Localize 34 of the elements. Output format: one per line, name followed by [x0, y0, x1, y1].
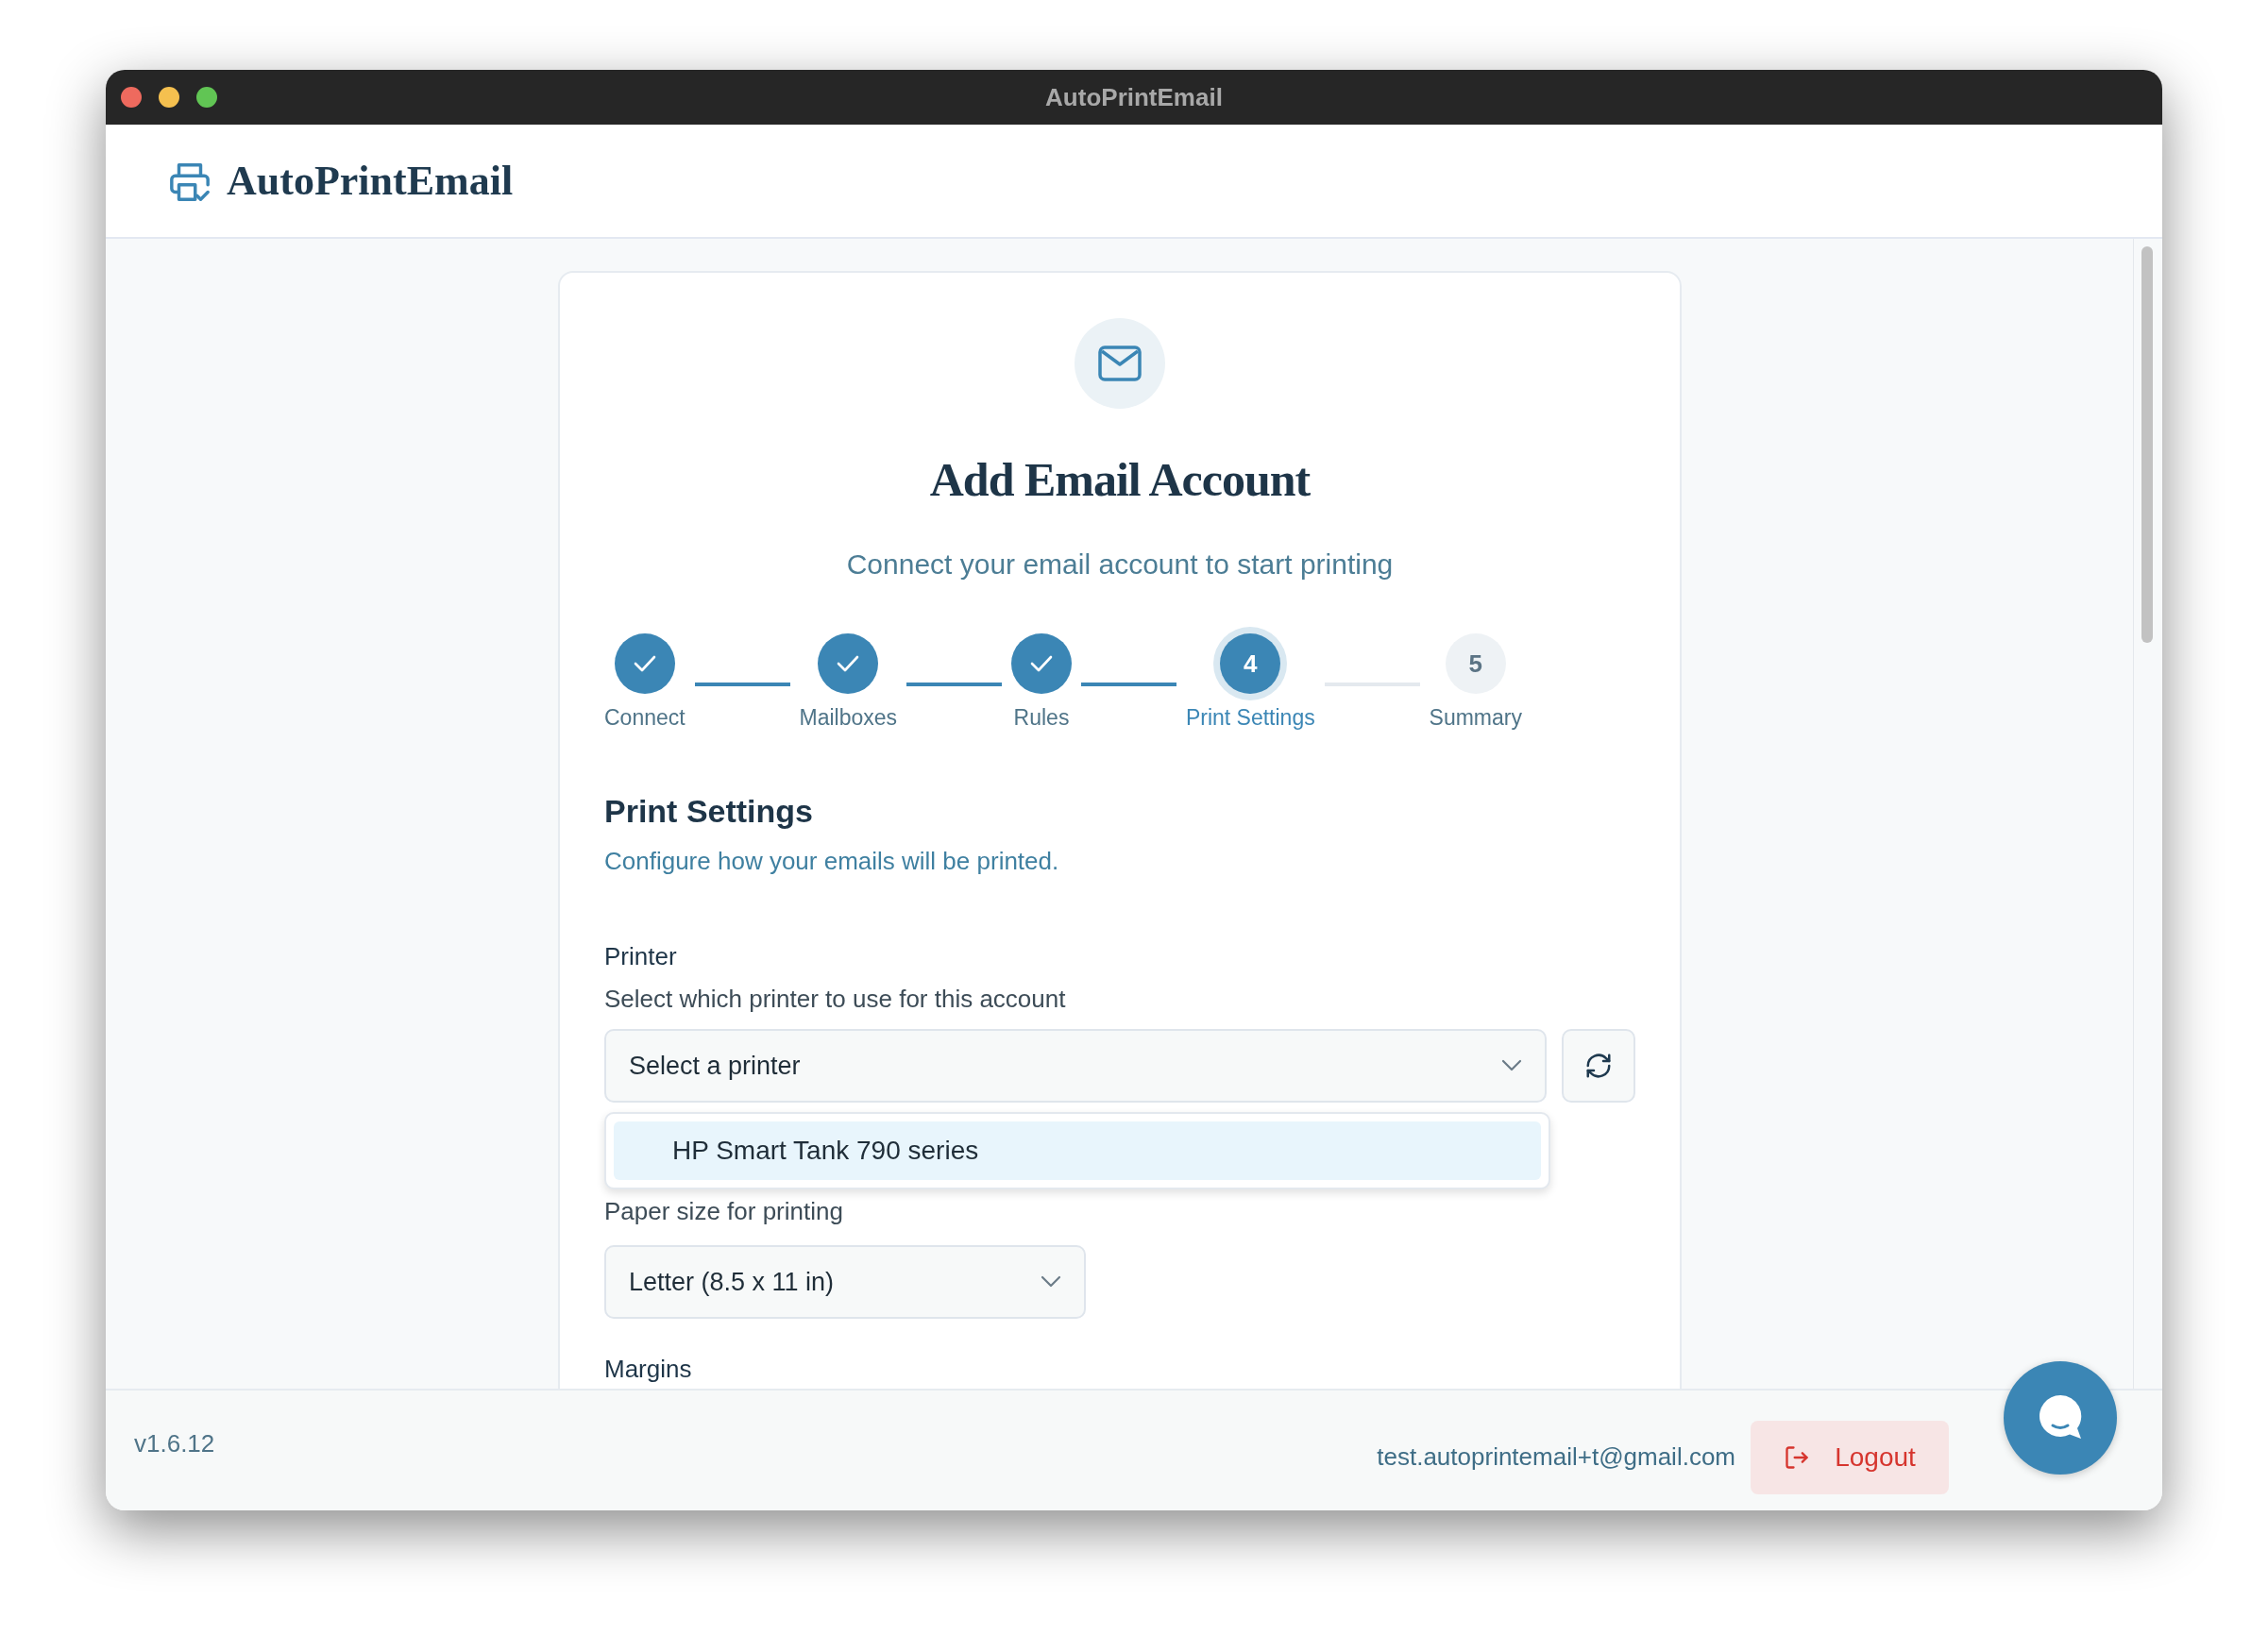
- envelope-icon: [1098, 346, 1142, 381]
- window-title: AutoPrintEmail: [1045, 82, 1223, 112]
- step-label: Connect: [604, 705, 685, 731]
- logout-button[interactable]: Logout: [1751, 1420, 1949, 1494]
- check-icon: [837, 655, 860, 672]
- step-label: Mailboxes: [799, 705, 898, 731]
- scrollbar[interactable]: [2141, 246, 2153, 643]
- chevron-down-icon: [1041, 1275, 1061, 1289]
- field-label: Printer: [604, 942, 678, 971]
- printer-select[interactable]: Select a printer: [604, 1029, 1547, 1103]
- step-label: Rules: [1013, 705, 1070, 731]
- close-button[interactable]: [121, 87, 142, 108]
- version-label: v1.6.12: [134, 1429, 215, 1458]
- section-description: Configure how your emails will be printed.: [604, 847, 1060, 876]
- step-indicator: 5: [1445, 633, 1506, 694]
- chevron-down-icon: [1501, 1059, 1522, 1072]
- field-description: Select which printer to use for this account: [604, 985, 1067, 1014]
- field-description: Paper size for printing: [604, 1197, 844, 1226]
- paper-size-select[interactable]: Letter (8.5 x 11 in): [604, 1245, 1086, 1319]
- section-title: Print Settings: [604, 793, 815, 830]
- app-name: AutoPrintEmail: [227, 157, 514, 205]
- step-label: Summary: [1429, 705, 1522, 731]
- card-title: Add Email Account: [928, 452, 1312, 507]
- field-label: Margins: [604, 1355, 693, 1384]
- check-icon: [633, 655, 656, 672]
- minimize-button[interactable]: [159, 87, 179, 108]
- zoom-button[interactable]: [196, 87, 217, 108]
- check-icon: [1030, 655, 1053, 672]
- refresh-icon: [1584, 1052, 1613, 1080]
- account-email: test.autoprintemail+t@gmail.com: [1377, 1442, 1735, 1472]
- refresh-button[interactable]: [1562, 1029, 1635, 1103]
- card-subtitle: Connect your email account to start printing: [845, 548, 1395, 581]
- step-label: Print Settings: [1185, 705, 1315, 731]
- dropdown-option[interactable]: HP Smart Tank 790 series: [614, 1121, 1541, 1180]
